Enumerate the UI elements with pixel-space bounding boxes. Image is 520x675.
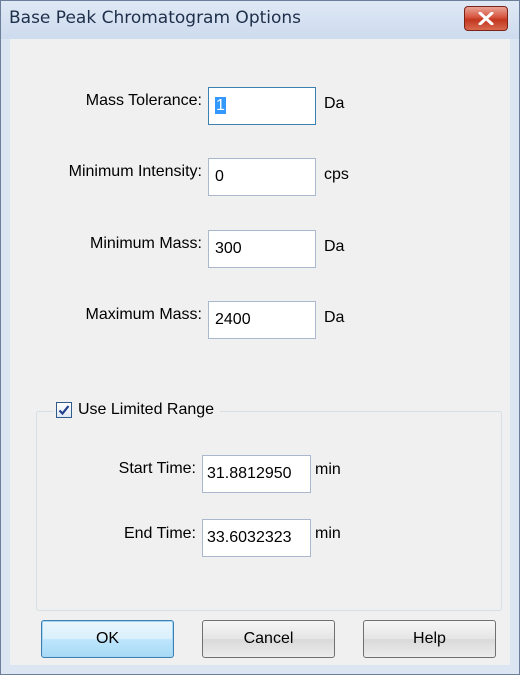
end-time-value: 33.6032323 [207,529,292,546]
end-time-input[interactable]: 33.6032323 [202,519,311,557]
start-time-input[interactable]: 31.8812950 [202,455,311,493]
limited-range-group [36,411,502,611]
minimum-intensity-input[interactable]: 0 [208,158,316,196]
dialog-window: Base Peak Chromatogram Options Mass Tole… [0,0,520,675]
end-time-label: End Time: [123,525,196,542]
mass-tolerance-unit: Da [324,95,345,112]
minimum-intensity-value: 0 [215,168,224,185]
mass-tolerance-input[interactable]: 1 [208,87,316,125]
minimum-intensity-label: Minimum Intensity: [68,163,202,180]
start-time-label: Start Time: [118,460,196,477]
maximum-mass-input[interactable]: 2400 [208,301,316,339]
maximum-mass-unit: Da [324,309,345,326]
minimum-mass-value: 300 [215,240,242,257]
checkbox-box[interactable] [56,402,72,418]
close-icon [478,12,494,25]
minimum-intensity-unit: cps [324,166,349,183]
use-limited-range-label: Use Limited Range [78,401,215,418]
checkmark-icon [58,405,70,416]
ok-button[interactable]: OK [41,620,174,658]
title-bar[interactable]: Base Peak Chromatogram Options [1,1,519,39]
start-time-value: 31.8812950 [207,465,292,482]
cancel-button[interactable]: Cancel [202,620,335,658]
start-time-unit: min [315,461,341,478]
help-button[interactable]: Help [363,620,496,658]
maximum-mass-value: 2400 [215,311,251,328]
close-button[interactable] [464,6,508,31]
minimum-mass-unit: Da [324,238,345,255]
window-title: Base Peak Chromatogram Options [9,8,302,28]
minimum-mass-input[interactable]: 300 [208,230,316,268]
maximum-mass-label: Maximum Mass: [85,306,202,323]
mass-tolerance-label: Mass Tolerance: [85,92,202,109]
dialog-body: Mass Tolerance: 1 Da Minimum Intensity: … [10,39,510,665]
minimum-mass-label: Minimum Mass: [89,235,202,252]
mass-tolerance-value: 1 [215,97,226,114]
use-limited-range-checkbox[interactable]: Use Limited Range [54,398,221,422]
end-time-unit: min [315,525,341,542]
